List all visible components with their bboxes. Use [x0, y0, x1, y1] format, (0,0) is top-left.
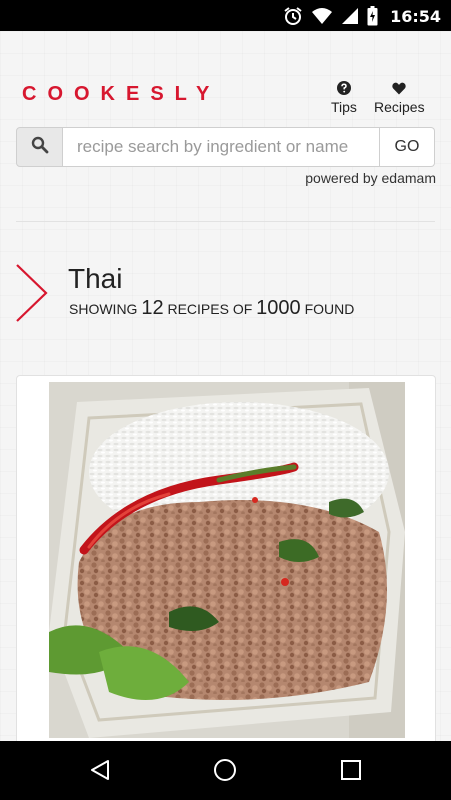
- alarm-icon: [283, 6, 303, 26]
- go-button[interactable]: GO: [380, 127, 435, 167]
- nav-tips[interactable]: Tips: [331, 79, 357, 115]
- recipes-of-label: RECIPES OF: [167, 301, 253, 317]
- nav-tips-label: Tips: [331, 99, 357, 115]
- system-navigation-bar: [0, 741, 451, 800]
- recipe-photo[interactable]: [49, 382, 405, 738]
- clock-time: 16:54: [390, 6, 441, 26]
- recents-icon[interactable]: [339, 758, 363, 787]
- results-count: SHOWING 12 RECIPES OF 1000 FOUND: [69, 297, 354, 320]
- found-label: FOUND: [304, 301, 355, 317]
- nav-recipes[interactable]: Recipes: [374, 79, 425, 115]
- divider: [16, 221, 435, 222]
- wifi-icon: [311, 7, 333, 25]
- powered-by-text: powered by edamam: [305, 170, 436, 186]
- back-icon[interactable]: [88, 758, 112, 787]
- chevron-right-icon: [14, 263, 50, 328]
- page-content: COOKESLY Tips Recipes recipe search by i…: [0, 31, 451, 741]
- nav-recipes-label: Recipes: [374, 99, 425, 115]
- search-input[interactable]: [63, 127, 380, 167]
- search-bar: GO: [16, 127, 435, 167]
- showing-label: SHOWING: [69, 301, 138, 317]
- heart-icon: [392, 79, 406, 97]
- signal-icon: [341, 7, 359, 25]
- recipe-card[interactable]: [16, 375, 436, 741]
- search-icon: [31, 136, 49, 159]
- status-bar: 16:54: [0, 0, 451, 31]
- app-logo[interactable]: COOKESLY: [22, 83, 220, 106]
- category-title: Thai: [68, 263, 123, 294]
- search-button[interactable]: [16, 127, 63, 167]
- total-count: 1000: [256, 297, 301, 319]
- battery-icon: [367, 6, 378, 26]
- home-icon[interactable]: [213, 758, 237, 787]
- question-circle-icon: [336, 79, 351, 97]
- status-icons: 16:54: [283, 6, 441, 26]
- shown-count: 12: [141, 297, 164, 319]
